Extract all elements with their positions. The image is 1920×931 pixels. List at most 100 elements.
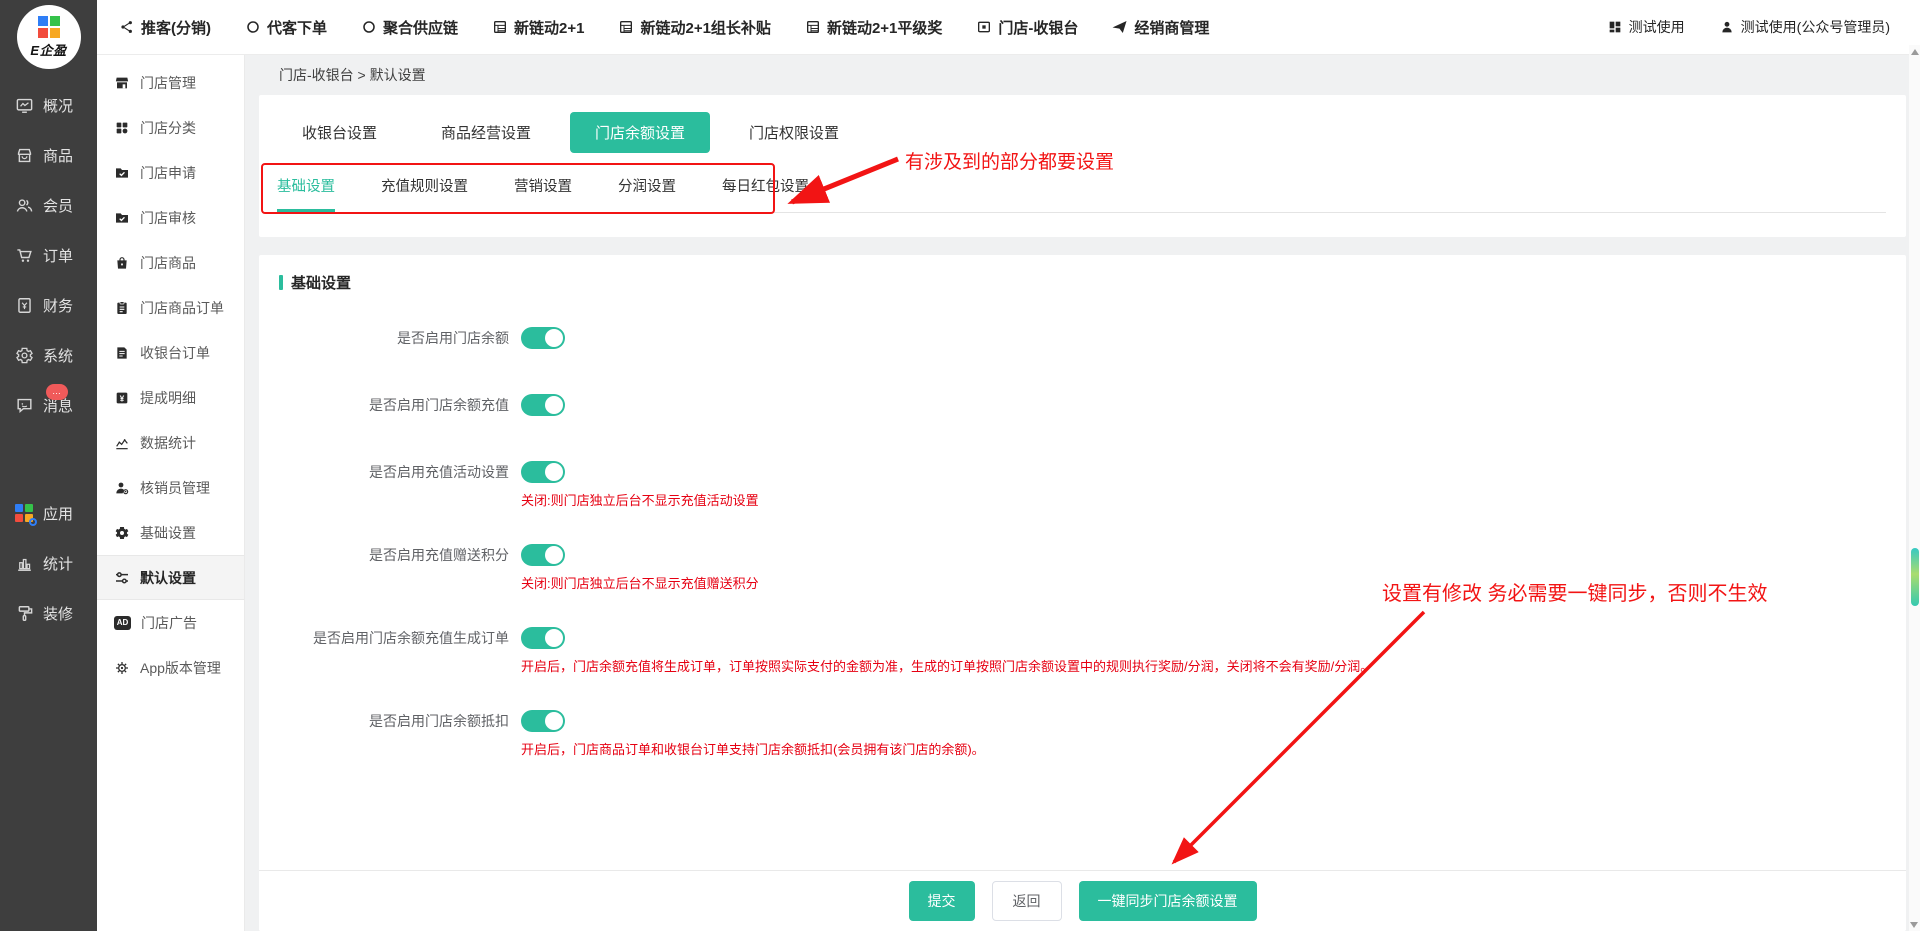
sidebar-item-orders[interactable]: 订单 — [0, 230, 97, 280]
topnav-item-chain-2plus1[interactable]: 新链动2+1 — [492, 17, 584, 38]
user-icon — [1719, 19, 1735, 35]
sidebar-item-label: 财务 — [43, 295, 73, 316]
submenu-label: 数据统计 — [140, 433, 196, 453]
topnav-item-chain-leader-subsidy[interactable]: 新链动2+1组长补贴 — [618, 17, 770, 38]
sidebar-item-statistics[interactable]: 统计 — [0, 538, 97, 588]
submenu-item-store-review[interactable]: 门店审核 — [97, 195, 244, 240]
toggle-enable-recharge-points[interactable] — [521, 544, 565, 566]
submenu-label: 收银台订单 — [140, 343, 210, 363]
tab-store-permission-settings[interactable]: 门店权限设置 — [724, 112, 864, 153]
topnav-item-dealer-management[interactable]: 经销商管理 — [1112, 17, 1209, 38]
submenu-item-default-settings[interactable]: 默认设置 — [97, 555, 244, 600]
submenu-item-store-category[interactable]: 门店分类 — [97, 105, 244, 150]
topnav-item-promoter[interactable]: 推客(分销) — [119, 17, 211, 38]
breadcrumb: 门店-收银台 > 默认设置 — [259, 55, 1906, 95]
submenu-label: 门店管理 — [140, 73, 196, 93]
scrollbar[interactable] — [1909, 45, 1920, 931]
sidebar-item-label: 统计 — [43, 553, 73, 574]
subtab-basic-settings[interactable]: 基础设置 — [277, 175, 335, 212]
subtab-profit-sharing[interactable]: 分润设置 — [618, 175, 676, 212]
sync-store-balance-button[interactable]: 一键同步门店余额设置 — [1079, 881, 1257, 921]
topnav-label: 门店-收银台 — [998, 17, 1078, 38]
tab-goods-operation-settings[interactable]: 商品经营设置 — [416, 112, 556, 153]
account-menu[interactable]: 测试使用(公众号管理员) — [1719, 17, 1890, 37]
sidebar-item-finance[interactable]: 财务 — [0, 280, 97, 330]
toggle-enable-recharge-activity[interactable] — [521, 461, 565, 483]
field-hint: 开启后，门店余额充值将生成订单，订单按照实际支付的金额为准，生成的订单按照门店余… — [521, 658, 1906, 676]
circle-icon — [361, 19, 377, 35]
table-icon — [492, 19, 508, 35]
toggle-enable-recharge-order[interactable] — [521, 627, 565, 649]
submenu-item-verifier-management[interactable]: 核销员管理 — [97, 465, 244, 510]
scrollbar-down-arrow-icon[interactable] — [1910, 922, 1918, 928]
section-title: 基础设置 — [259, 272, 1906, 293]
test-usage-label: 测试使用 — [1629, 17, 1685, 37]
table-icon — [618, 19, 634, 35]
app-window: E企盈 概况 商品 会员 订单 财务 — [0, 0, 1920, 931]
tab-cashier-settings[interactable]: 收银台设置 — [277, 112, 402, 153]
submenu-item-commission-detail[interactable]: 提成明细 — [97, 375, 244, 420]
toggle-enable-balance-recharge[interactable] — [521, 394, 565, 416]
sidebar-item-messages[interactable]: 消息 … — [0, 380, 97, 430]
submenu-label: 门店商品 — [140, 253, 196, 273]
topnav-item-store-cashier[interactable]: 门店-收银台 — [976, 17, 1078, 38]
form-row-enable-balance-deduction: 是否启用门店余额抵扣 开启后，门店商品订单和收银台订单支持门店余额抵扣(会员拥有… — [279, 710, 1906, 759]
submenu-item-store-management[interactable]: 门店管理 — [97, 60, 244, 105]
submenu-item-app-version[interactable]: App版本管理 — [97, 645, 244, 690]
topnav-label: 新链动2+1平级奖 — [827, 17, 942, 38]
chat-icon — [15, 396, 34, 415]
subtab-daily-red-packet[interactable]: 每日红包设置 — [722, 175, 809, 212]
submenu-label: 默认设置 — [140, 568, 196, 588]
submenu-item-basic-settings[interactable]: 基础设置 — [97, 510, 244, 555]
yen-card-icon — [114, 390, 130, 406]
scrollbar-up-arrow-icon[interactable] — [1911, 49, 1919, 55]
sidebar-item-goods[interactable]: 商品 — [0, 130, 97, 180]
submenu-item-data-statistics[interactable]: 数据统计 — [97, 420, 244, 465]
field-label: 是否启用门店余额充值 — [279, 395, 509, 415]
field-label: 是否启用充值赠送积分 — [279, 545, 509, 565]
back-button[interactable]: 返回 — [992, 881, 1062, 921]
subtab-marketing[interactable]: 营销设置 — [514, 175, 572, 212]
apps-grid-icon — [15, 504, 34, 523]
topnav-item-chain-peer-award[interactable]: 新链动2+1平级奖 — [805, 17, 942, 38]
submenu-item-store-goods-orders[interactable]: 门店商品订单 — [97, 285, 244, 330]
sidebar-item-members[interactable]: 会员 — [0, 180, 97, 230]
topnav-label: 新链动2+1组长补贴 — [640, 17, 770, 38]
section-title-text: 基础设置 — [291, 272, 351, 293]
sidebar-item-system[interactable]: 系统 — [0, 330, 97, 380]
submit-button[interactable]: 提交 — [909, 881, 975, 921]
toggle-enable-balance-deduction[interactable] — [521, 710, 565, 732]
gear-icon — [15, 346, 34, 365]
submenu-label: 门店审核 — [140, 208, 196, 228]
sidebar-spacer — [0, 430, 97, 488]
submenu-item-store-goods[interactable]: 门店商品 — [97, 240, 244, 285]
apps-icon — [1607, 19, 1623, 35]
form-row-enable-recharge-order: 是否启用门店余额充值生成订单 开启后，门店余额充值将生成订单，订单按照实际支付的… — [279, 627, 1906, 676]
sidebar-item-label: 商品 — [43, 145, 73, 166]
topnav-item-supply-chain[interactable]: 聚合供应链 — [361, 17, 458, 38]
toggle-enable-store-balance[interactable] — [521, 327, 565, 349]
sidebar-item-overview[interactable]: 概况 — [0, 80, 97, 130]
sidebar-item-label: 应用 — [43, 503, 73, 524]
submenu-item-cashier-orders[interactable]: 收银台订单 — [97, 330, 244, 375]
submenu-item-store-application[interactable]: 门店申请 — [97, 150, 244, 195]
tab-store-balance-settings[interactable]: 门店余额设置 — [570, 112, 710, 153]
cart-icon — [15, 246, 34, 265]
submenu-item-store-ads[interactable]: AD 门店广告 — [97, 600, 244, 645]
topnav-label: 新链动2+1 — [514, 17, 584, 38]
test-usage-button[interactable]: 测试使用 — [1607, 17, 1685, 37]
sidebar-item-apps[interactable]: 应用 — [0, 488, 97, 538]
sidebar-item-decoration[interactable]: 装修 — [0, 588, 97, 638]
form-row-enable-balance-recharge: 是否启用门店余额充值 — [279, 394, 1906, 416]
scrollbar-thumb[interactable] — [1911, 548, 1919, 606]
subtab-recharge-rules[interactable]: 充值规则设置 — [381, 175, 468, 212]
topnav-label: 代客下单 — [267, 17, 327, 38]
submenu-label: 门店申请 — [140, 163, 196, 183]
brand-logo[interactable]: E企盈 — [17, 5, 81, 69]
footer-actions: 提交 返回 一键同步门店余额设置 — [259, 870, 1906, 931]
settings-form: 是否启用门店余额 是否启用门店余额充值 是否启用充值活动设置 关闭:则门 — [259, 319, 1906, 793]
topnav-item-proxy-order[interactable]: 代客下单 — [245, 17, 327, 38]
submenu-label: 核销员管理 — [140, 478, 210, 498]
form-row-enable-recharge-activity: 是否启用充值活动设置 关闭:则门店独立后台不显示充值活动设置 — [279, 461, 1906, 510]
topbar-right: 测试使用 测试使用(公众号管理员) — [1607, 17, 1890, 37]
